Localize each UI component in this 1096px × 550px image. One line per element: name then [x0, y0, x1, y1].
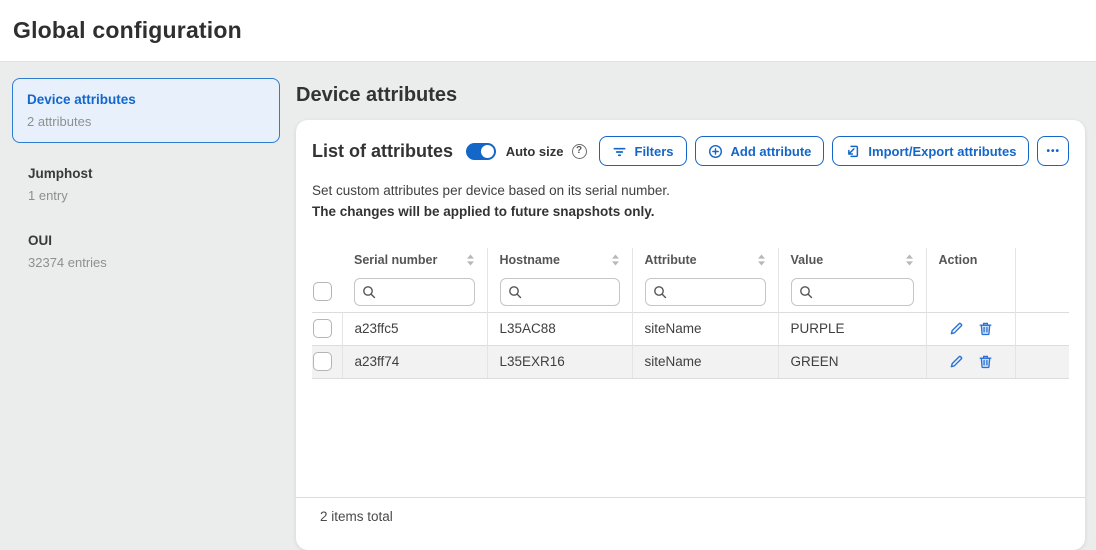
select-all-header — [312, 248, 342, 272]
serial-filter-input[interactable] — [354, 278, 475, 306]
cell-attribute: siteName — [632, 312, 778, 345]
sidebar-item-device-attributes[interactable]: Device attributes 2 attributes — [12, 78, 280, 143]
table-row: a23ffc5 L35AC88 siteName PURPLE — [312, 312, 1069, 345]
auto-size-toggle[interactable] — [466, 143, 496, 160]
column-header-filler — [1015, 248, 1069, 272]
sort-icon[interactable] — [757, 254, 766, 266]
column-label: Attribute — [645, 253, 697, 267]
sidebar-item-label: Jumphost — [28, 165, 282, 183]
card-title: List of attributes — [312, 141, 466, 162]
description-line1: Set custom attributes per device based o… — [312, 180, 1069, 201]
help-icon[interactable]: ? — [572, 144, 587, 159]
delete-button[interactable] — [978, 354, 993, 369]
edit-icon — [949, 321, 964, 336]
value-filter-input[interactable] — [791, 278, 914, 306]
section-title: Device attributes — [296, 84, 1085, 107]
column-label: Hostname — [500, 253, 560, 267]
import-export-icon — [845, 144, 860, 159]
table-header-row: Serial number Hostname — [312, 248, 1069, 272]
add-attribute-label: Add attribute — [731, 144, 812, 159]
page-header: Global configuration — [0, 0, 1096, 62]
more-actions-button[interactable]: ••• — [1037, 136, 1069, 166]
sidebar-item-oui[interactable]: OUI 32374 entries — [0, 232, 296, 271]
select-all-checkbox[interactable] — [313, 282, 332, 301]
filter-icon — [612, 144, 627, 159]
card-header: List of attributes Auto size ? Filters — [312, 136, 1069, 166]
attribute-filter-input[interactable] — [645, 278, 766, 306]
edit-button[interactable] — [949, 321, 964, 336]
column-label: Serial number — [354, 253, 437, 267]
column-header-serial[interactable]: Serial number — [342, 248, 487, 272]
trash-icon — [978, 321, 993, 336]
filter-cell-hostname — [487, 272, 632, 312]
card-description: Set custom attributes per device based o… — [312, 180, 1069, 222]
description-line2: The changes will be applied to future sn… — [312, 201, 1069, 222]
content-area: Device attributes 2 attributes Jumphost … — [0, 62, 1096, 519]
toggle-knob — [481, 145, 494, 158]
select-all-cell — [312, 272, 342, 312]
column-label: Action — [939, 253, 978, 267]
filter-cell-attribute — [632, 272, 778, 312]
cell-value: GREEN — [778, 345, 926, 378]
cell-attribute: siteName — [632, 345, 778, 378]
row-checkbox[interactable] — [313, 319, 332, 338]
sort-icon[interactable] — [466, 254, 475, 266]
filter-cell-action — [926, 272, 1015, 312]
column-header-value[interactable]: Value — [778, 248, 926, 272]
edit-button[interactable] — [949, 354, 964, 369]
plus-circle-icon — [708, 144, 723, 159]
column-header-action: Action — [926, 248, 1015, 272]
items-total: 2 items total — [296, 497, 1085, 524]
filters-label: Filters — [635, 144, 674, 159]
sidebar-item-label: Device attributes — [27, 91, 265, 109]
cell-hostname: L35EXR16 — [487, 345, 632, 378]
column-label: Value — [791, 253, 824, 267]
card-toolbar: Auto size ? Filters Add attribute — [466, 136, 1069, 166]
sort-icon[interactable] — [905, 254, 914, 266]
delete-button[interactable] — [978, 321, 993, 336]
sidebar-item-jumphost[interactable]: Jumphost 1 entry — [0, 165, 296, 204]
cell-value: PURPLE — [778, 312, 926, 345]
attributes-table: Serial number Hostname — [312, 248, 1069, 379]
edit-icon — [949, 354, 964, 369]
add-attribute-button[interactable]: Add attribute — [695, 136, 825, 166]
import-export-label: Import/Export attributes — [868, 144, 1016, 159]
cell-hostname: L35AC88 — [487, 312, 632, 345]
page-title: Global configuration — [13, 17, 242, 44]
list-of-attributes-card: List of attributes Auto size ? Filters — [296, 120, 1085, 550]
sidebar-item-count: 32374 entries — [28, 255, 282, 271]
sidebar: Device attributes 2 attributes Jumphost … — [0, 62, 296, 519]
sidebar-item-label: OUI — [28, 232, 282, 250]
table-row: a23ff74 L35EXR16 siteName GREEN — [312, 345, 1069, 378]
import-export-button[interactable]: Import/Export attributes — [832, 136, 1029, 166]
sort-icon[interactable] — [611, 254, 620, 266]
auto-size-label: Auto size — [506, 144, 564, 159]
filter-cell-serial — [342, 272, 487, 312]
cell-serial: a23ffc5 — [342, 312, 487, 345]
column-header-attribute[interactable]: Attribute — [632, 248, 778, 272]
main-panel: Device attributes List of attributes Aut… — [296, 62, 1096, 519]
hostname-filter-input[interactable] — [500, 278, 620, 306]
cell-serial: a23ff74 — [342, 345, 487, 378]
filter-cell-value — [778, 272, 926, 312]
column-header-hostname[interactable]: Hostname — [487, 248, 632, 272]
ellipsis-icon: ••• — [1046, 146, 1060, 157]
sidebar-item-count: 1 entry — [28, 188, 282, 204]
sidebar-item-count: 2 attributes — [27, 114, 265, 130]
table-filter-row — [312, 272, 1069, 312]
row-checkbox[interactable] — [313, 352, 332, 371]
trash-icon — [978, 354, 993, 369]
filters-button[interactable]: Filters — [599, 136, 687, 166]
filter-cell-filler — [1015, 272, 1069, 312]
